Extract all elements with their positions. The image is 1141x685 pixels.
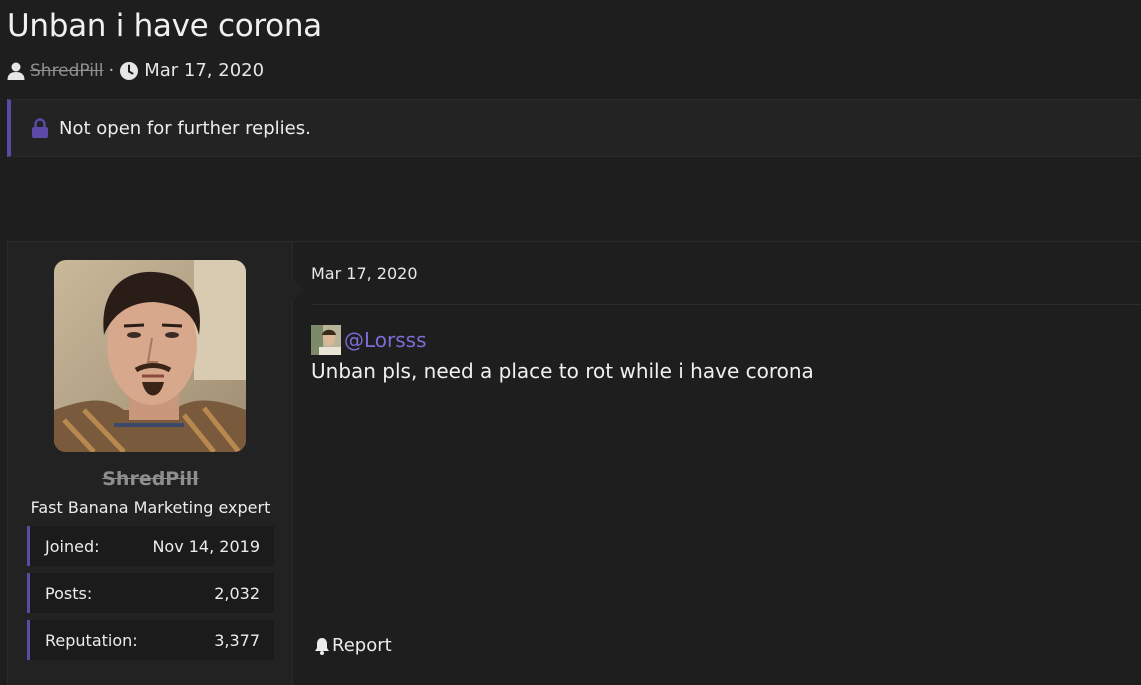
thread-locked-notice: Not open for further replies. bbox=[7, 99, 1141, 157]
stat-label: Posts: bbox=[45, 583, 93, 603]
mention-link[interactable]: @Lorsss bbox=[344, 328, 427, 352]
stat-value: Nov 14, 2019 bbox=[152, 536, 260, 556]
post-username[interactable]: ShredPill bbox=[8, 468, 293, 490]
clock-icon bbox=[119, 61, 139, 81]
stat-value: 3,377 bbox=[214, 630, 260, 650]
stat-joined: Joined: Nov 14, 2019 bbox=[27, 526, 274, 566]
user-title: Fast Banana Marketing expert bbox=[30, 498, 271, 517]
stat-posts: Posts: 2,032 bbox=[27, 573, 274, 613]
thread-page: Unban i have corona ShredPill · Mar 17, … bbox=[0, 0, 1141, 685]
bell-icon bbox=[314, 637, 330, 655]
stat-label: Reputation: bbox=[45, 630, 138, 650]
thread-date[interactable]: Mar 17, 2020 bbox=[144, 60, 264, 81]
notice-text: Not open for further replies. bbox=[59, 117, 311, 139]
lock-icon bbox=[31, 118, 49, 138]
mention-avatar[interactable] bbox=[311, 325, 341, 355]
thread-title: Unban i have corona bbox=[7, 8, 322, 44]
post: ShredPill Fast Banana Marketing expert J… bbox=[7, 241, 1141, 685]
report-label: Report bbox=[332, 635, 392, 656]
post-user-info: ShredPill Fast Banana Marketing expert J… bbox=[8, 242, 304, 685]
thread-meta: ShredPill · Mar 17, 2020 bbox=[6, 60, 264, 81]
stat-value: 2,032 bbox=[214, 583, 260, 603]
user-icon bbox=[6, 61, 26, 81]
meta-separator: · bbox=[108, 60, 115, 81]
mention: @Lorsss bbox=[311, 325, 427, 355]
post-date[interactable]: Mar 17, 2020 bbox=[311, 264, 418, 283]
stat-label: Joined: bbox=[45, 536, 100, 556]
report-button[interactable]: Report bbox=[314, 635, 392, 656]
post-body: Unban pls, need a place to rot while i h… bbox=[311, 359, 814, 383]
stat-reputation: Reputation: 3,377 bbox=[27, 620, 274, 660]
avatar[interactable] bbox=[54, 260, 246, 452]
post-divider bbox=[311, 304, 1141, 305]
thread-author-link[interactable]: ShredPill bbox=[30, 61, 103, 81]
